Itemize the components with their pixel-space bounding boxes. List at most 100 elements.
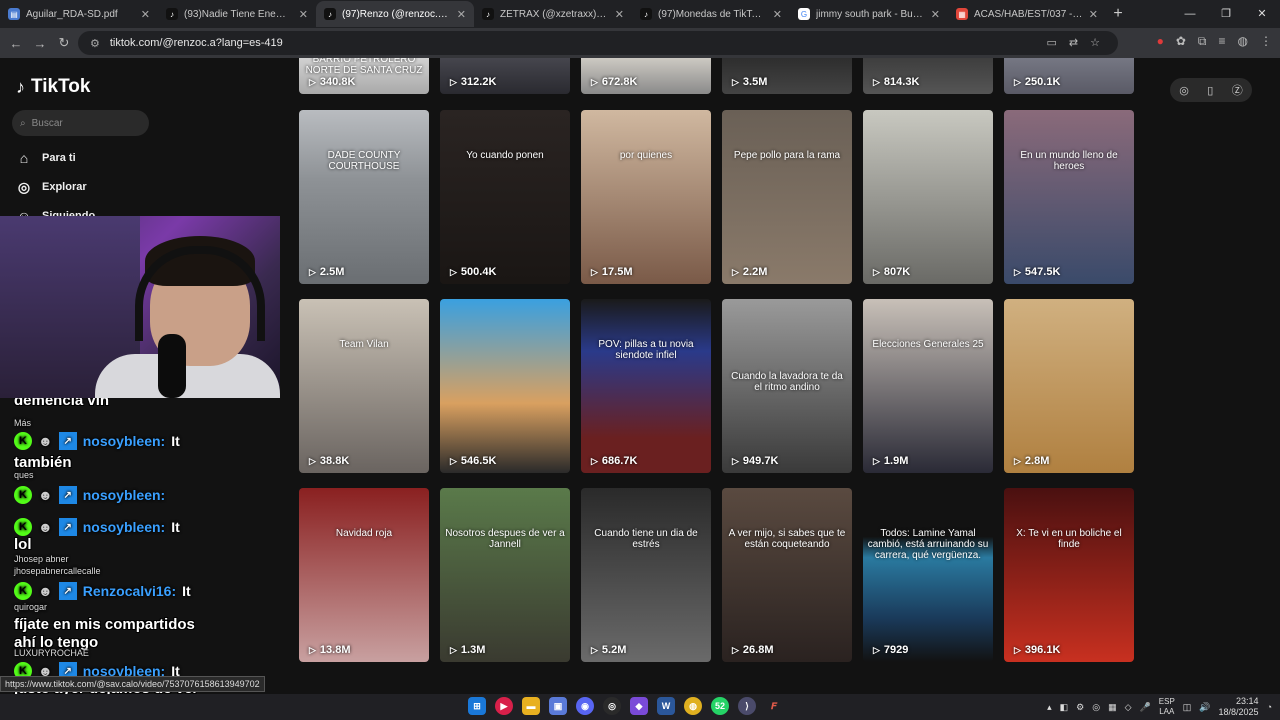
video-thumbnail[interactable]: ▷ 814.3K: [863, 58, 993, 94]
media-app-icon[interactable]: ▶: [495, 697, 513, 715]
video-thumbnail[interactable]: Cuando tiene un dia de estrés ▷ 5.2M: [581, 488, 711, 662]
browser-tab[interactable]: ♪ (97)Renzo (@renzoc.a) | TikTok ✕: [316, 1, 474, 27]
close-tab-icon[interactable]: ✕: [615, 8, 624, 21]
close-tab-icon[interactable]: ✕: [141, 8, 150, 21]
video-thumbnail[interactable]: ▷ 3.5M: [722, 58, 852, 94]
play-icon: ▷: [1014, 76, 1021, 87]
volume-icon[interactable]: 🔊: [1199, 702, 1210, 713]
file-explorer-icon[interactable]: ▬: [522, 697, 540, 715]
extension-z-icon[interactable]: Ⓩ: [1232, 82, 1243, 98]
whatsapp-icon[interactable]: 52: [711, 697, 729, 715]
platform-icon: ↗: [58, 582, 77, 600]
menu-icon[interactable]: ⋮: [1260, 34, 1272, 49]
notification-icon[interactable]: ◔: [1267, 702, 1272, 712]
tray-app-icon[interactable]: ◇: [1125, 702, 1132, 713]
mic-tray-icon[interactable]: 🎤: [1140, 702, 1151, 713]
video-thumbnail[interactable]: ▷ 672.8K: [581, 58, 711, 94]
video-thumbnail[interactable]: Todos: Lamine Yamal cambió, está arruina…: [863, 488, 993, 662]
brand-name: TikTok: [31, 76, 91, 97]
video-thumbnail[interactable]: DADE COUNTY COURTHOUSE ▷ 2.5M: [299, 110, 429, 284]
video-thumbnail[interactable]: BARRIO PETROLERO NORTE DE SANTA CRUZ ▷ 340…: [299, 58, 429, 94]
maximize-icon[interactable]: ❐: [1208, 0, 1244, 28]
close-window-icon[interactable]: ✕: [1244, 0, 1280, 28]
compass-icon[interactable]: ◎: [1179, 84, 1189, 97]
close-tab-icon[interactable]: ✕: [931, 8, 940, 21]
browser-tab[interactable]: ▤ Aguilar_RDA-SD.pdf ✕: [0, 1, 158, 27]
profile-icon[interactable]: ◍: [1238, 34, 1248, 49]
tray-app-icon[interactable]: ▦: [1108, 702, 1117, 713]
video-thumbnail[interactable]: Navidad roja ▷ 13.8M: [299, 488, 429, 662]
play-icon: ▷: [309, 455, 316, 466]
chat-meta: Más: [14, 418, 32, 428]
language-indicator[interactable]: ESP LAA: [1159, 697, 1175, 717]
play-icon: ▷: [732, 76, 739, 87]
record-icon[interactable]: ●: [1157, 34, 1164, 49]
view-count: ▷ 500.4K: [450, 266, 497, 278]
forward-icon[interactable]: →: [28, 36, 52, 51]
close-tab-icon[interactable]: ✕: [299, 8, 308, 21]
video-thumbnail[interactable]: POV: pillas a tu novia siendote infiel ▷ 6…: [581, 299, 711, 473]
chrome-icon[interactable]: ◍: [684, 697, 702, 715]
play-icon: ▷: [450, 76, 457, 87]
browser-tab[interactable]: ♪ ZETRAX (@xzetraxx) está LIVE ✕: [474, 1, 632, 27]
back-icon[interactable]: ←: [4, 36, 28, 51]
clock[interactable]: 23:14 18/8/2025: [1219, 696, 1259, 718]
video-thumbnail[interactable]: ▷ 546.5K: [440, 299, 570, 473]
video-thumbnail[interactable]: En un mundo lleno de heroes ▷ 547.5K: [1004, 110, 1134, 284]
sidebar-item-explorar[interactable]: ◎ Explorar: [16, 179, 87, 195]
video-thumbnail[interactable]: Cuando la lavadora te da el ritmo andino…: [722, 299, 852, 473]
minimize-icon[interactable]: —: [1172, 0, 1208, 28]
reload-icon[interactable]: ↻: [52, 35, 76, 51]
play-icon: ▷: [732, 455, 739, 466]
store-icon[interactable]: ◆: [630, 697, 648, 715]
start-icon[interactable]: ⊞: [468, 697, 486, 715]
video-thumbnail[interactable]: Elecciones Generales 25 ▷ 1.9M: [863, 299, 993, 473]
video-thumbnail[interactable]: Team Vilan ▷ 38.8K: [299, 299, 429, 473]
browser-tab[interactable]: ♪ (93)Nadie Tiene Enemigos - Me ✕: [158, 1, 316, 27]
chat-text: It: [182, 583, 191, 599]
new-tab-button[interactable]: +: [1106, 5, 1130, 23]
tray-app-icon[interactable]: ▴: [1047, 702, 1052, 713]
close-tab-icon[interactable]: ✕: [1089, 8, 1098, 21]
browser-tab[interactable]: Gjimmy south park - Buscar con ✕: [790, 1, 948, 27]
tray-app-icon[interactable]: ⚙: [1076, 702, 1084, 713]
browser-tab[interactable]: ▦ ACAS/HAB/EST/037 - INICIO D ✕: [948, 1, 1106, 27]
close-tab-icon[interactable]: ✕: [457, 8, 466, 21]
video-thumbnail[interactable]: Pepe pollo para la rama ▷ 2.2M: [722, 110, 852, 284]
view-count: ▷ 26.8M: [732, 644, 774, 656]
video-thumbnail[interactable]: ▷ 2.8M: [1004, 299, 1134, 473]
bookmark-star-icon[interactable]: ☆: [1090, 36, 1100, 49]
tray-app-icon[interactable]: ◎: [1092, 702, 1100, 713]
obs-icon[interactable]: ◎: [603, 697, 621, 715]
address-bar[interactable]: ⚙ tiktok.com/@renzoc.a?lang=es-419: [78, 31, 1118, 55]
close-tab-icon[interactable]: ✕: [773, 8, 782, 21]
video-thumbnail[interactable]: Nosotros despues de ver a Jannell ▷ 1.3M: [440, 488, 570, 662]
tiktok-logo[interactable]: ♪ TikTok: [16, 76, 90, 98]
video-thumbnail[interactable]: por quienes ▷ 17.5M: [581, 110, 711, 284]
translate-icon[interactable]: ⇄: [1069, 36, 1078, 49]
playlist-icon[interactable]: ≡: [1219, 34, 1226, 49]
play-icon: ▷: [591, 266, 598, 277]
sidebar-item-para-ti[interactable]: ⌂ Para ti: [16, 150, 76, 166]
video-thumbnail[interactable]: ▷ 312.2K: [440, 58, 570, 94]
video-thumbnail[interactable]: ▷ 250.1K: [1004, 58, 1134, 94]
video-thumbnail[interactable]: ▷ 807K: [863, 110, 993, 284]
tab-title: jimmy south park - Buscar con: [816, 8, 925, 20]
extension-icon[interactable]: ✿: [1176, 34, 1186, 49]
network-icon[interactable]: ◫: [1183, 702, 1192, 713]
discord-icon[interactable]: ◉: [576, 697, 594, 715]
video-thumbnail[interactable]: A ver mijo, si sabes que te están coquet…: [722, 488, 852, 662]
app-icon[interactable]: ⟩: [738, 697, 756, 715]
video-thumbnail[interactable]: Yo cuando ponen ▷ 500.4K: [440, 110, 570, 284]
browser-tab[interactable]: ♪ (97)Monedas de TikTok: compr ✕: [632, 1, 790, 27]
extensions-puzzle-icon[interactable]: ⧉: [1198, 34, 1207, 49]
site-info-icon[interactable]: ⚙: [90, 37, 100, 50]
phone-icon[interactable]: ▯: [1207, 84, 1213, 97]
tray-app-icon[interactable]: ◧: [1060, 702, 1069, 713]
tools-icon[interactable]: 𝑭: [765, 697, 783, 715]
gallery-icon[interactable]: ▣: [549, 697, 567, 715]
search-input[interactable]: ⌕ Buscar: [12, 110, 149, 136]
cast-icon[interactable]: ▭: [1047, 36, 1057, 49]
word-icon[interactable]: W: [657, 697, 675, 715]
video-thumbnail[interactable]: X: Te vi en un boliche el finde ▷ 396.1K: [1004, 488, 1134, 662]
